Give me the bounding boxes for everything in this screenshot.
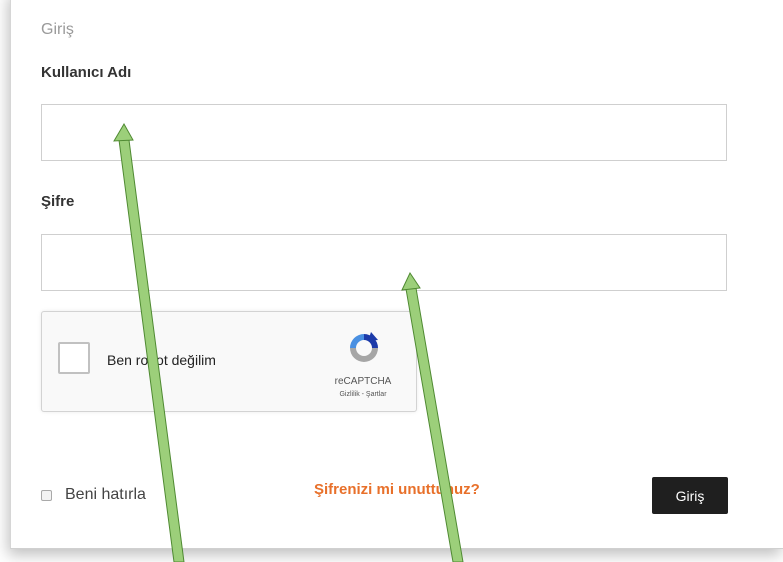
- remember-me[interactable]: Beni hatırla: [41, 486, 146, 504]
- recaptcha-privacy-terms[interactable]: Gizlilik - Şartlar: [328, 391, 398, 398]
- username-input[interactable]: [41, 104, 727, 161]
- username-label: Kullanıcı Adı: [41, 64, 132, 81]
- password-input[interactable]: [41, 234, 727, 291]
- remember-label: Beni hatırla: [65, 486, 146, 503]
- remember-checkbox[interactable]: [41, 489, 52, 501]
- recaptcha-brand: reCAPTCHA: [334, 376, 392, 387]
- recaptcha-logo-icon: [350, 332, 378, 362]
- login-submit-button[interactable]: Giriş: [652, 477, 728, 514]
- password-label: Şifre: [41, 193, 75, 210]
- recaptcha-widget: Ben robot değilim reCAPTCHA Gizlilik - Ş…: [41, 311, 417, 412]
- section-title: Giriş: [41, 21, 74, 38]
- recaptcha-label: Ben robot değilim: [107, 352, 216, 368]
- recaptcha-checkbox[interactable]: [58, 342, 90, 374]
- forgot-password-link[interactable]: Şifrenizi mi unuttunuz?: [314, 481, 480, 498]
